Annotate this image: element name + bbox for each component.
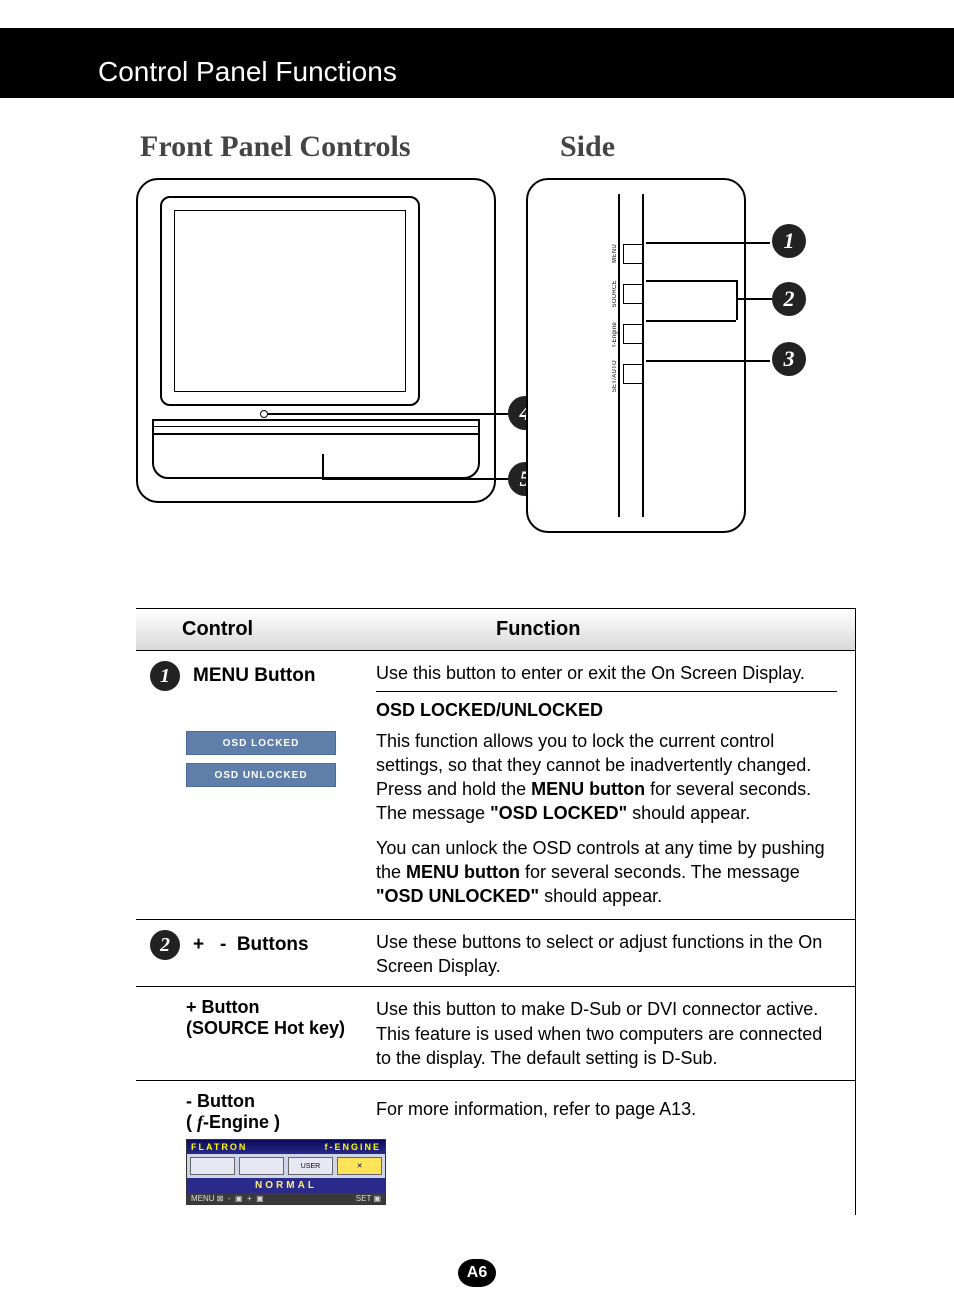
fengine-brand: FLATRON	[191, 1142, 247, 1152]
minus-button-sublabel: ( f-Engine )	[186, 1112, 368, 1133]
side-button-fengine	[623, 324, 643, 344]
fengine-mode-icon	[239, 1157, 284, 1175]
side-button-strip: MENU SOURCE f-Engine SET/AUTO	[618, 194, 644, 517]
diagram-side-panel: MENU SOURCE f-Engine SET/AUTO	[526, 178, 746, 533]
row1-osd-paragraph2: You can unlock the OSD controls at any t…	[376, 836, 837, 909]
fengine-mode-icon: ✕	[337, 1157, 382, 1175]
header-band: Control Panel Functions	[0, 28, 954, 98]
fengine-osd-preview: FLATRON f-ENGINE USER ✕ NORMAL MENU ⊠ - …	[186, 1139, 386, 1205]
control-function-table: Control Function 1 MENU Button OSD LOCKE…	[136, 608, 856, 1215]
page-number-badge: A6	[458, 1259, 496, 1287]
side-label-menu: MENU	[612, 244, 618, 263]
osd-unlocked-pill: OSD UNLOCKED	[186, 763, 336, 787]
table-header-control: Control	[136, 618, 376, 641]
fengine-mode-label: NORMAL	[187, 1178, 385, 1193]
page-title: Control Panel Functions	[0, 28, 954, 88]
fengine-logo: f-ENGINE	[325, 1142, 382, 1152]
side-button-menu	[623, 244, 643, 264]
side-label-setauto: SET/AUTO	[612, 360, 618, 392]
table-header-function: Function	[376, 618, 580, 641]
row1-intro-text: Use this button to enter or exit the On …	[376, 661, 837, 685]
side-button-setauto	[623, 364, 643, 384]
callout-1-badge: 1	[772, 224, 806, 258]
row1-osd-paragraph1: This function allows you to lock the cur…	[376, 729, 837, 826]
side-label-source: SOURCE	[612, 280, 618, 307]
front-base-icon	[152, 419, 480, 479]
plus-button-text: Use this button to make D-Sub or DVI con…	[376, 997, 837, 1070]
row2-badge: 2	[150, 930, 180, 960]
heading-side: Side	[560, 130, 615, 164]
row2-intro-text: Use these buttons to select or adjust fu…	[376, 930, 837, 979]
table-row: - Button ( f-Engine ) FLATRON f-ENGINE U…	[136, 1080, 855, 1215]
row1-badge: 1	[150, 661, 180, 691]
table-row: 2 + - Buttons Use these buttons to selec…	[136, 920, 855, 987]
row1-control-label: MENU Button	[193, 665, 315, 686]
diagrams-area: 4 5 MENU SOURCE f-Engine SET/AUTO 1 2 3	[136, 178, 856, 558]
plus-button-label: + Button	[186, 997, 368, 1018]
row2-control-label: + - Buttons	[193, 933, 309, 954]
table-header-row: Control Function	[136, 609, 855, 651]
fengine-set-label: SET ▣	[356, 1194, 381, 1203]
side-label-fengine: f-Engine	[612, 322, 618, 347]
front-screen-icon	[160, 196, 420, 406]
row1-osd-heading: OSD LOCKED/UNLOCKED	[376, 698, 837, 722]
fengine-user-icon: USER	[288, 1157, 333, 1175]
power-indicator-icon	[260, 410, 268, 418]
plus-button-sublabel: (SOURCE Hot key)	[186, 1018, 368, 1039]
osd-locked-pill: OSD LOCKED	[186, 731, 336, 755]
fengine-mode-icon	[190, 1157, 235, 1175]
table-row: 1 MENU Button OSD LOCKED OSD UNLOCKED Us…	[136, 651, 855, 920]
callout-3-badge: 3	[772, 342, 806, 376]
fengine-menu-label: MENU ⊠ - ▣ + ▣	[191, 1194, 264, 1203]
side-button-source	[623, 284, 643, 304]
heading-front-panel: Front Panel Controls	[140, 130, 411, 164]
minus-button-text: For more information, refer to page A13.	[376, 1097, 837, 1121]
table-row: + Button (SOURCE Hot key) Use this butto…	[136, 986, 855, 1080]
callout-2-badge: 2	[772, 282, 806, 316]
diagram-front-panel	[136, 178, 496, 503]
minus-button-label: - Button	[186, 1091, 368, 1112]
